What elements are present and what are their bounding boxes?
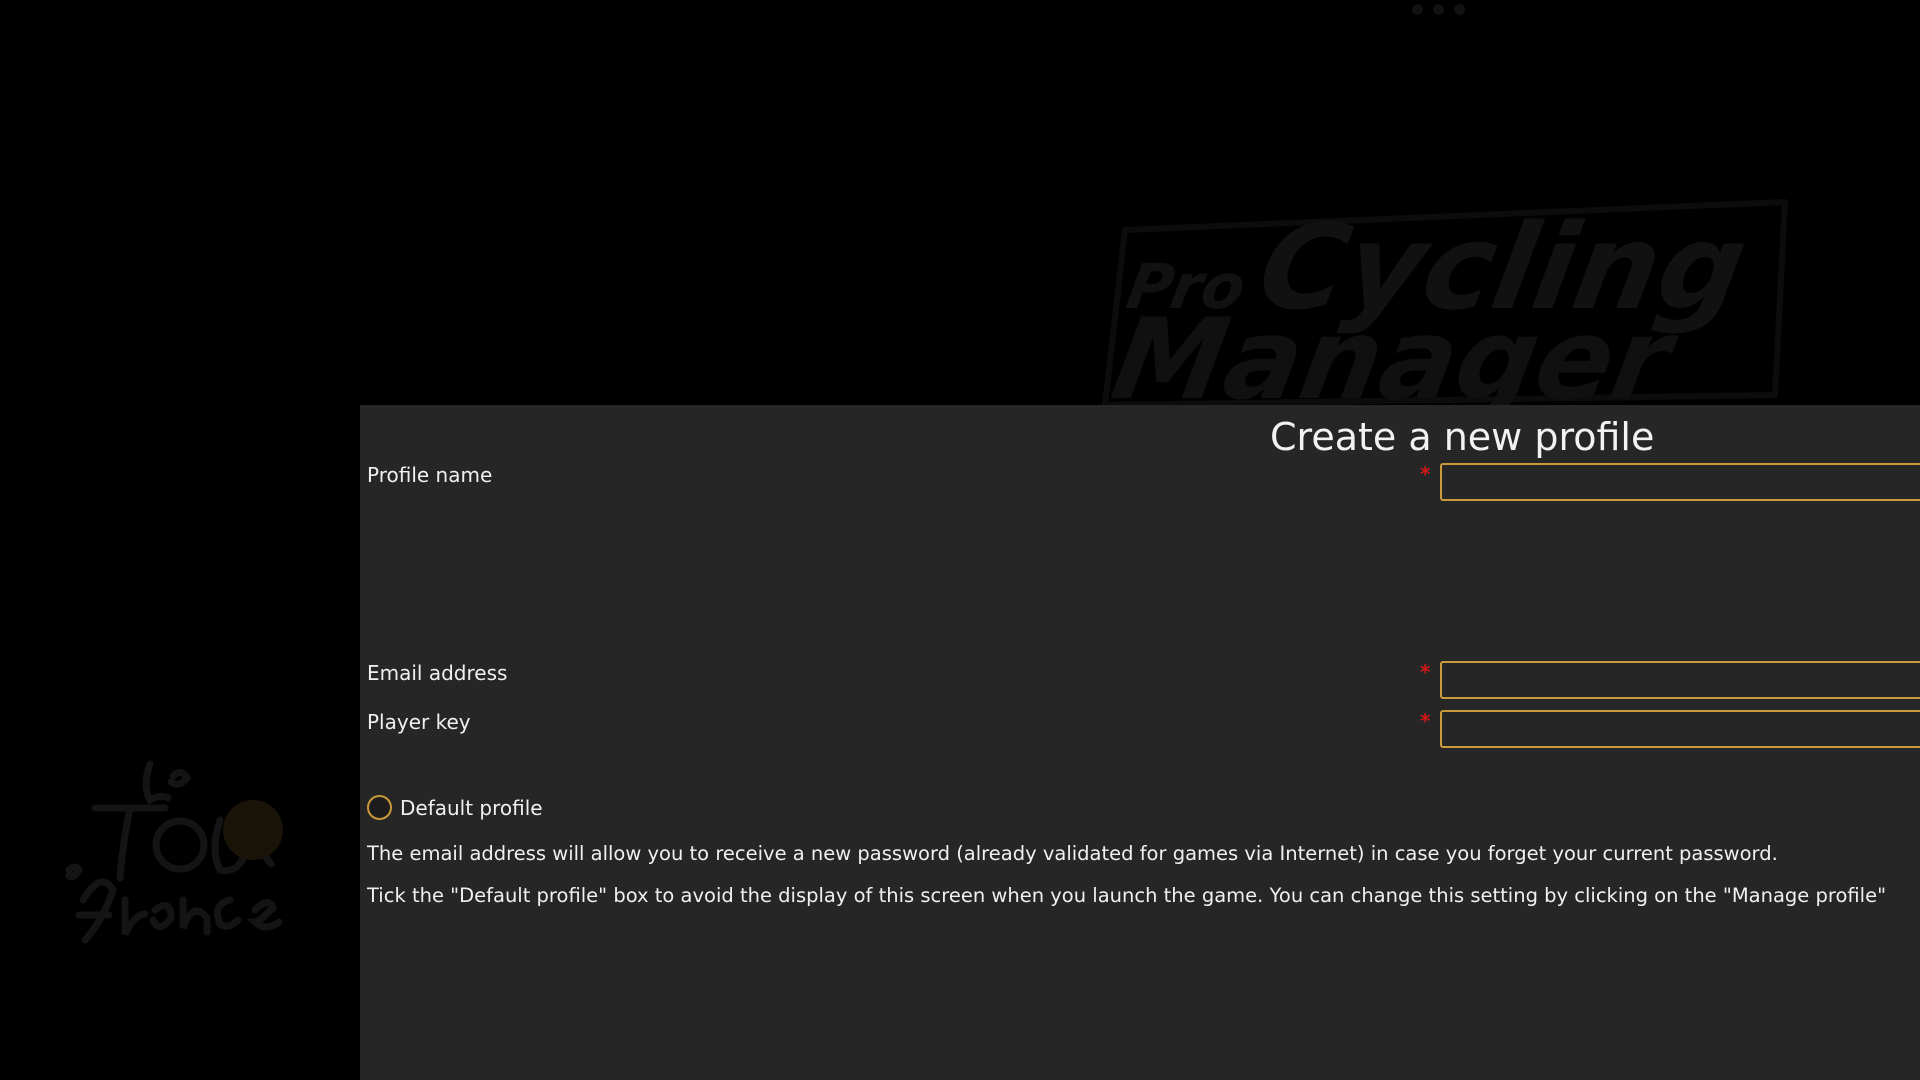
loading-dot <box>1454 4 1465 15</box>
create-profile-panel: Create a new profile Profile name * Emai… <box>360 405 1920 1080</box>
profile-name-required-mark: * <box>1420 462 1431 486</box>
default-profile-label[interactable]: Default profile <box>400 796 543 820</box>
player-key-input[interactable] <box>1440 710 1920 748</box>
pro-cycling-manager-logo: Pro Cycling Manager <box>1085 190 1805 405</box>
tour-de-france-logo <box>55 750 300 950</box>
email-required-mark: * <box>1420 660 1431 684</box>
loading-dot <box>1412 4 1423 15</box>
default-profile-help-text: Tick the "Default profile" box to avoid … <box>367 884 1887 907</box>
player-key-required-mark: * <box>1420 709 1431 733</box>
svg-text:Manager: Manager <box>1104 294 1687 405</box>
default-profile-checkbox[interactable] <box>367 795 392 820</box>
profile-name-input[interactable] <box>1440 463 1920 501</box>
panel-title: Create a new profile <box>1270 415 1655 459</box>
game-screen: Pro Cycling Manager Create a new profile… <box>0 0 1920 1080</box>
player-key-label: Player key <box>367 710 471 734</box>
default-profile-option[interactable]: Default profile <box>367 795 543 820</box>
profile-name-label: Profile name <box>367 463 493 487</box>
email-address-label: Email address <box>367 661 508 685</box>
loading-dot <box>1433 4 1444 15</box>
email-address-input[interactable] <box>1440 661 1920 699</box>
email-help-text: The email address will allow you to rece… <box>367 842 1778 865</box>
loading-indicator <box>1412 4 1465 15</box>
